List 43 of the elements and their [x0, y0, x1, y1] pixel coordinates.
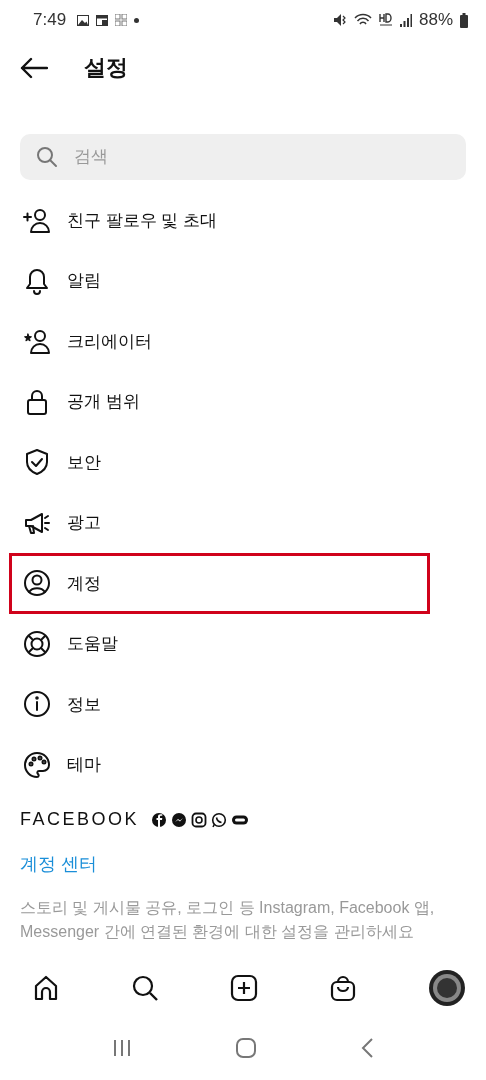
person-circle-icon: [23, 569, 51, 598]
settings-item[interactable]: 정보: [9, 674, 430, 735]
battery-icon: [460, 12, 468, 28]
back-button[interactable]: [20, 57, 48, 79]
search-field[interactable]: 검색: [20, 134, 466, 180]
settings-item[interactable]: 크리에이터: [9, 311, 430, 372]
bell-icon: [23, 266, 51, 295]
settings-item[interactable]: 도움말: [9, 613, 430, 674]
mute-icon: [332, 13, 347, 27]
search-tab[interactable]: [131, 974, 159, 1002]
settings-item[interactable]: 광고: [9, 492, 430, 553]
info-icon: [23, 690, 51, 719]
section-heading: FACEBOOK: [20, 809, 140, 830]
palette-icon: [23, 750, 51, 779]
settings-item[interactable]: 알림: [9, 250, 430, 311]
signal-icon: [399, 13, 412, 27]
create-tab[interactable]: [230, 974, 258, 1002]
accounts-center-link[interactable]: 계정 센터: [20, 852, 466, 876]
lifebuoy-icon: [23, 629, 51, 658]
battery-percent: 88%: [418, 10, 453, 30]
settings-item[interactable]: 테마: [9, 734, 430, 795]
page-title: 설정: [84, 54, 128, 82]
back-nav-button[interactable]: [360, 1037, 375, 1059]
status-time: 7:49: [33, 10, 67, 30]
shield-check-icon: [23, 448, 51, 477]
qr-code-icon: [115, 14, 128, 26]
add-person-icon: [23, 206, 51, 235]
hd-voice-icon: [378, 13, 393, 27]
shop-tab[interactable]: [329, 974, 357, 1002]
settings-item[interactable]: 공개 범위: [9, 371, 430, 432]
settings-item[interactable]: 보안: [9, 432, 430, 493]
home-tab[interactable]: [32, 974, 60, 1002]
calendar-icon: [96, 14, 109, 26]
recent-apps-button[interactable]: [111, 1039, 132, 1057]
star-person-icon: [23, 327, 51, 356]
home-button[interactable]: [235, 1037, 257, 1059]
gallery-icon: [77, 14, 90, 26]
settings-item[interactable]: 친구 팔로우 및 초대: [9, 190, 430, 251]
wifi-icon: [353, 13, 372, 27]
settings-item[interactable]: 계정: [9, 553, 430, 614]
profile-tab[interactable]: [428, 969, 466, 1007]
dot-icon: [134, 17, 140, 23]
section-description: 스토리 및 게시물 공유, 로그인 등 Instagram, Facebook 앱, Messenger 간에 연결된 환경에 대한 설정을 관리하세요: [20, 898, 436, 942]
